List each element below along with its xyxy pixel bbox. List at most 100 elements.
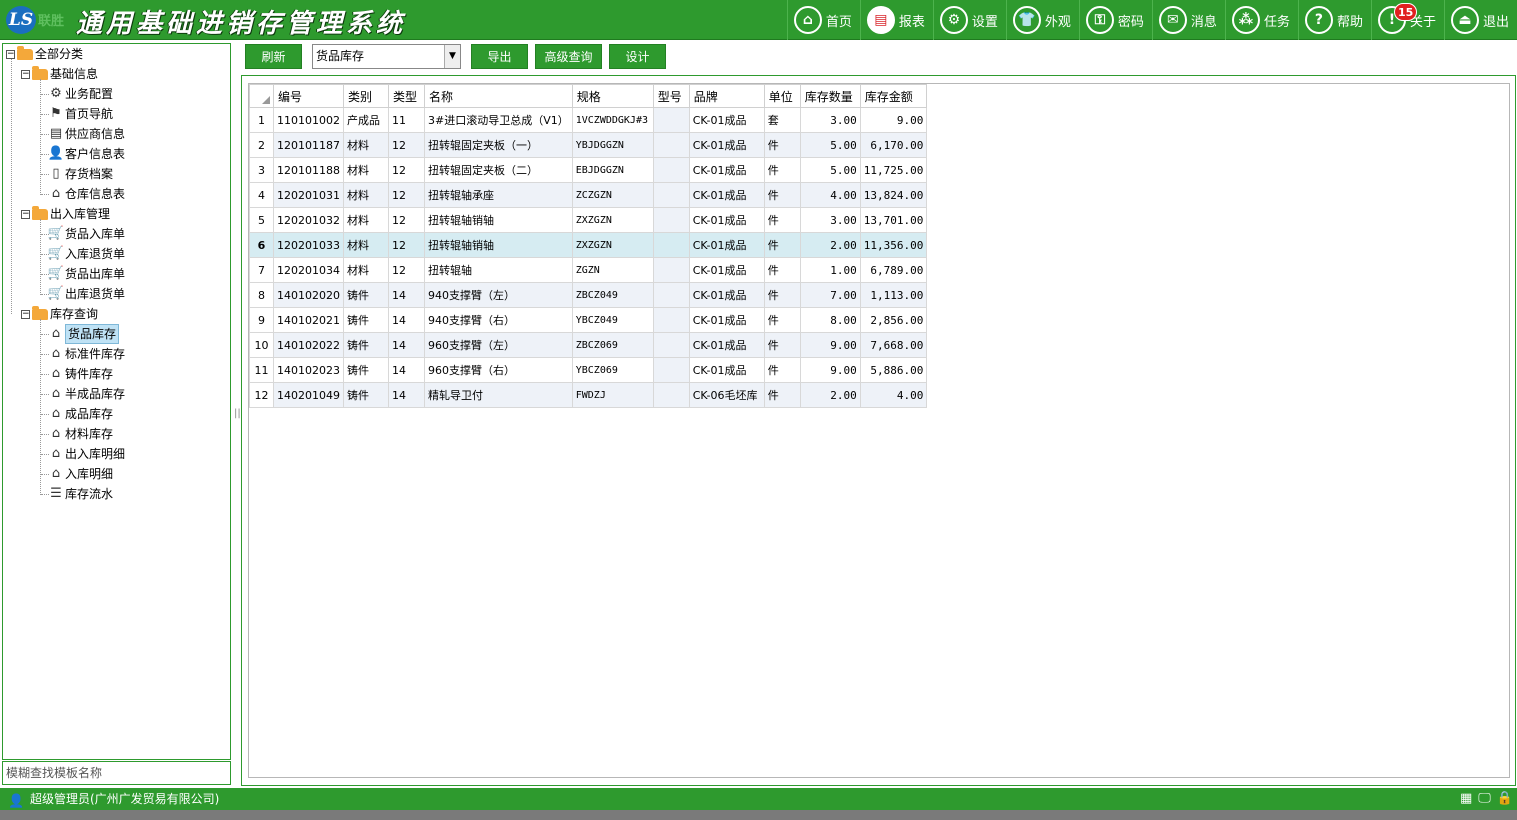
- grid-cell: 2,856.00: [859, 307, 928, 333]
- tree-item-1-3[interactable]: 🛒 出库退货单: [48, 285, 125, 303]
- export-button[interactable]: 导出: [471, 44, 528, 69]
- tree-item-1-2[interactable]: 🛒 货品出库单: [48, 265, 125, 283]
- tree-item-1-1[interactable]: 🛒 入库退货单: [48, 245, 125, 263]
- tree-connector: [11, 59, 12, 314]
- grid-icon[interactable]: ▦: [1460, 788, 1472, 810]
- grid-header-cell[interactable]: 规格: [571, 84, 654, 108]
- nav-gear-button[interactable]: ⚙ 设置: [932, 0, 1006, 40]
- table-row[interactable]: 9 140102021 铸件 14 940支撑臂（右） YBCZ049 CK-01成品件 8.…: [249, 307, 928, 333]
- row-index: 6: [249, 232, 274, 258]
- tree-root[interactable]: − 全部分类: [6, 45, 83, 63]
- grid-cell: CK-01成品: [688, 132, 765, 158]
- tree-item-2-1[interactable]: ⌂ 标准件库存: [48, 345, 125, 363]
- grid-cell: 12: [388, 257, 425, 283]
- grid-cell: CK-01成品: [688, 332, 765, 358]
- nav-report-button[interactable]: ▤ 报表: [859, 0, 933, 40]
- grid-cell: 11,725.00: [859, 157, 928, 183]
- document-icon: ▤: [49, 126, 63, 141]
- home-icon: ⌂: [793, 6, 822, 34]
- tree-item-0-3[interactable]: 👤 客户信息表: [48, 145, 125, 163]
- lock-icon[interactable]: 🔒: [1497, 788, 1513, 810]
- table-row[interactable]: 6 120201033 材料 12 扭转辊轴销轴 ZXZGZN CK-01成品件 2.00 11…: [249, 232, 928, 258]
- file-icon: ▯: [52, 166, 60, 181]
- grid-header-cell[interactable]: 名称: [424, 84, 573, 108]
- grid-header-cell[interactable]: 库存数量: [799, 84, 861, 108]
- tree-item-2-3[interactable]: ⌂ 半成品库存: [48, 385, 125, 403]
- tree-item-2-5[interactable]: ⌂ 材料库存: [48, 425, 113, 443]
- nav-home-button[interactable]: ⌂ 首页: [786, 0, 860, 40]
- grid-header-cell[interactable]: 库存金额: [859, 84, 928, 108]
- tree-item-2-4[interactable]: ⌂ 成品库存: [48, 405, 113, 423]
- nav-mail-button[interactable]: ✉ 消息: [1151, 0, 1225, 40]
- grid-cell: 120201034: [273, 257, 344, 283]
- tree-item-0-0[interactable]: ⚙ 业务配置: [48, 85, 113, 103]
- table-row[interactable]: 10 140102022 铸件 14 960支撑臂（左） ZBCZ069 CK-01成品件 9…: [249, 332, 928, 358]
- table-row[interactable]: 3 120101188 材料 12 扭转辊固定夹板（二） EBJDGGZN CK-01成品件…: [249, 157, 928, 183]
- tree-item-2-8[interactable]: ☰ 库存流水: [48, 485, 113, 503]
- tree-item-0-1[interactable]: ⚑ 首页导航: [48, 105, 113, 123]
- tree-item-0-2[interactable]: ▤ 供应商信息: [48, 125, 125, 143]
- table-row[interactable]: 5 120201032 材料 12 扭转辊轴销轴 ZXZGZN CK-01成品件 3.00 13…: [249, 207, 928, 233]
- refresh-button[interactable]: 刷新: [245, 44, 302, 69]
- tree-label: 入库退货单: [65, 247, 126, 261]
- template-search-input[interactable]: 模糊查找模板名称: [2, 761, 231, 785]
- tree-group-2[interactable]: − 库存查询: [21, 305, 98, 323]
- grid-cell: 件: [763, 182, 801, 208]
- chevron-down-icon[interactable]: ▼: [444, 45, 460, 68]
- advanced-query-button[interactable]: 高级查询: [535, 44, 602, 69]
- grid-cell: ZXZGZN: [571, 207, 654, 233]
- table-row[interactable]: 4 120201031 材料 12 扭转辊轴承座 ZCZGZN CK-01成品件 4.00 13…: [249, 182, 928, 208]
- grid-cell: [652, 382, 690, 408]
- warehouse-icon: ⌂: [51, 326, 61, 341]
- table-row[interactable]: 2 120101187 材料 12 扭转辊固定夹板（一） YBJDGGZN CK-01成品件…: [249, 132, 928, 158]
- table-row[interactable]: 12 140201049 铸件 14 精轧导卫付 FWDZJ CK-06毛坯库件 2.00 4.…: [249, 382, 928, 408]
- nav-help-button[interactable]: ? 帮助: [1297, 0, 1371, 40]
- table-row[interactable]: 7 120201034 材料 12 扭转辊轴 ZGZN CK-01成品件 1.00 6,789.…: [249, 257, 928, 283]
- grid-header-cell[interactable]: 类型: [388, 84, 425, 108]
- tree-item-2-6[interactable]: ⌂ 出入库明细: [48, 445, 125, 463]
- warehouse-icon: ⌂: [51, 186, 61, 201]
- grid-cell: CK-01成品: [688, 182, 765, 208]
- tree-item-0-5[interactable]: ⌂ 仓库信息表: [48, 185, 125, 203]
- table-row[interactable]: 8 140102020 铸件 14 940支撑臂（左） ZBCZ049 CK-01成品件 7.…: [249, 282, 928, 308]
- grid-header-cell[interactable]: 类别: [343, 84, 389, 108]
- grid-cell: 铸件: [343, 382, 389, 408]
- grid-corner[interactable]: [249, 84, 274, 108]
- tree-item-1-0[interactable]: 🛒 货品入库单: [48, 225, 125, 243]
- nav-task-button[interactable]: ⁂ 任务: [1224, 0, 1298, 40]
- grid-header-cell[interactable]: 编号: [273, 84, 344, 108]
- grid-cell: [652, 107, 690, 133]
- nav-shirt-button[interactable]: 👕 外观: [1005, 0, 1079, 40]
- panel-splitter[interactable]: ||: [234, 408, 241, 419]
- grid-header-cell[interactable]: 品牌: [688, 84, 765, 108]
- user-icon: 👤: [8, 794, 25, 809]
- design-button[interactable]: 设计: [609, 44, 666, 69]
- grid-cell: 14: [388, 357, 425, 383]
- tree-item-2-2[interactable]: ⌂ 铸件库存: [48, 365, 113, 383]
- collapse-toggle[interactable]: −: [6, 49, 15, 59]
- grid-header-cell[interactable]: 型号: [652, 84, 690, 108]
- grid-cell: 12: [388, 132, 425, 158]
- grid-cell: 110101002: [273, 107, 344, 133]
- collapse-toggle[interactable]: −: [21, 309, 30, 319]
- monitor-icon[interactable]: 🖵: [1478, 788, 1491, 810]
- tree-label: 货品入库单: [65, 227, 126, 241]
- grid-header-cell[interactable]: 单位: [763, 84, 801, 108]
- grid-cell: YBCZ069: [571, 357, 654, 383]
- tree-item-2-0[interactable]: ⌂ 货品库存: [48, 324, 120, 344]
- nav-key-button[interactable]: ⚿ 密码: [1078, 0, 1152, 40]
- nav-exit-button[interactable]: ⏏ 退出: [1443, 0, 1517, 40]
- template-select[interactable]: 货品库存 ▼: [312, 44, 461, 69]
- warehouse-icon: ⌂: [51, 406, 61, 421]
- grid-cell: 5.00: [799, 132, 861, 158]
- tree-item-2-7[interactable]: ⌂ 入库明细: [48, 465, 113, 483]
- table-row[interactable]: 11 140102023 铸件 14 960支撑臂（右） YBCZ069 CK-01成品件 9…: [249, 357, 928, 383]
- tree-group-0[interactable]: − 基础信息: [21, 65, 98, 83]
- table-row[interactable]: 1 110101002 产成品 11 3#进口滚动导卫总成（V1） 1VCZWDDGKJ#…: [249, 107, 928, 133]
- tree-item-0-4[interactable]: ▯ 存货档案: [48, 165, 113, 183]
- row-index: 1: [249, 107, 274, 133]
- collapse-toggle[interactable]: −: [21, 69, 30, 79]
- nav-info-button[interactable]: ! 关于 15: [1370, 0, 1444, 40]
- collapse-toggle[interactable]: −: [21, 209, 30, 219]
- tree-group-1[interactable]: − 出入库管理: [21, 205, 110, 223]
